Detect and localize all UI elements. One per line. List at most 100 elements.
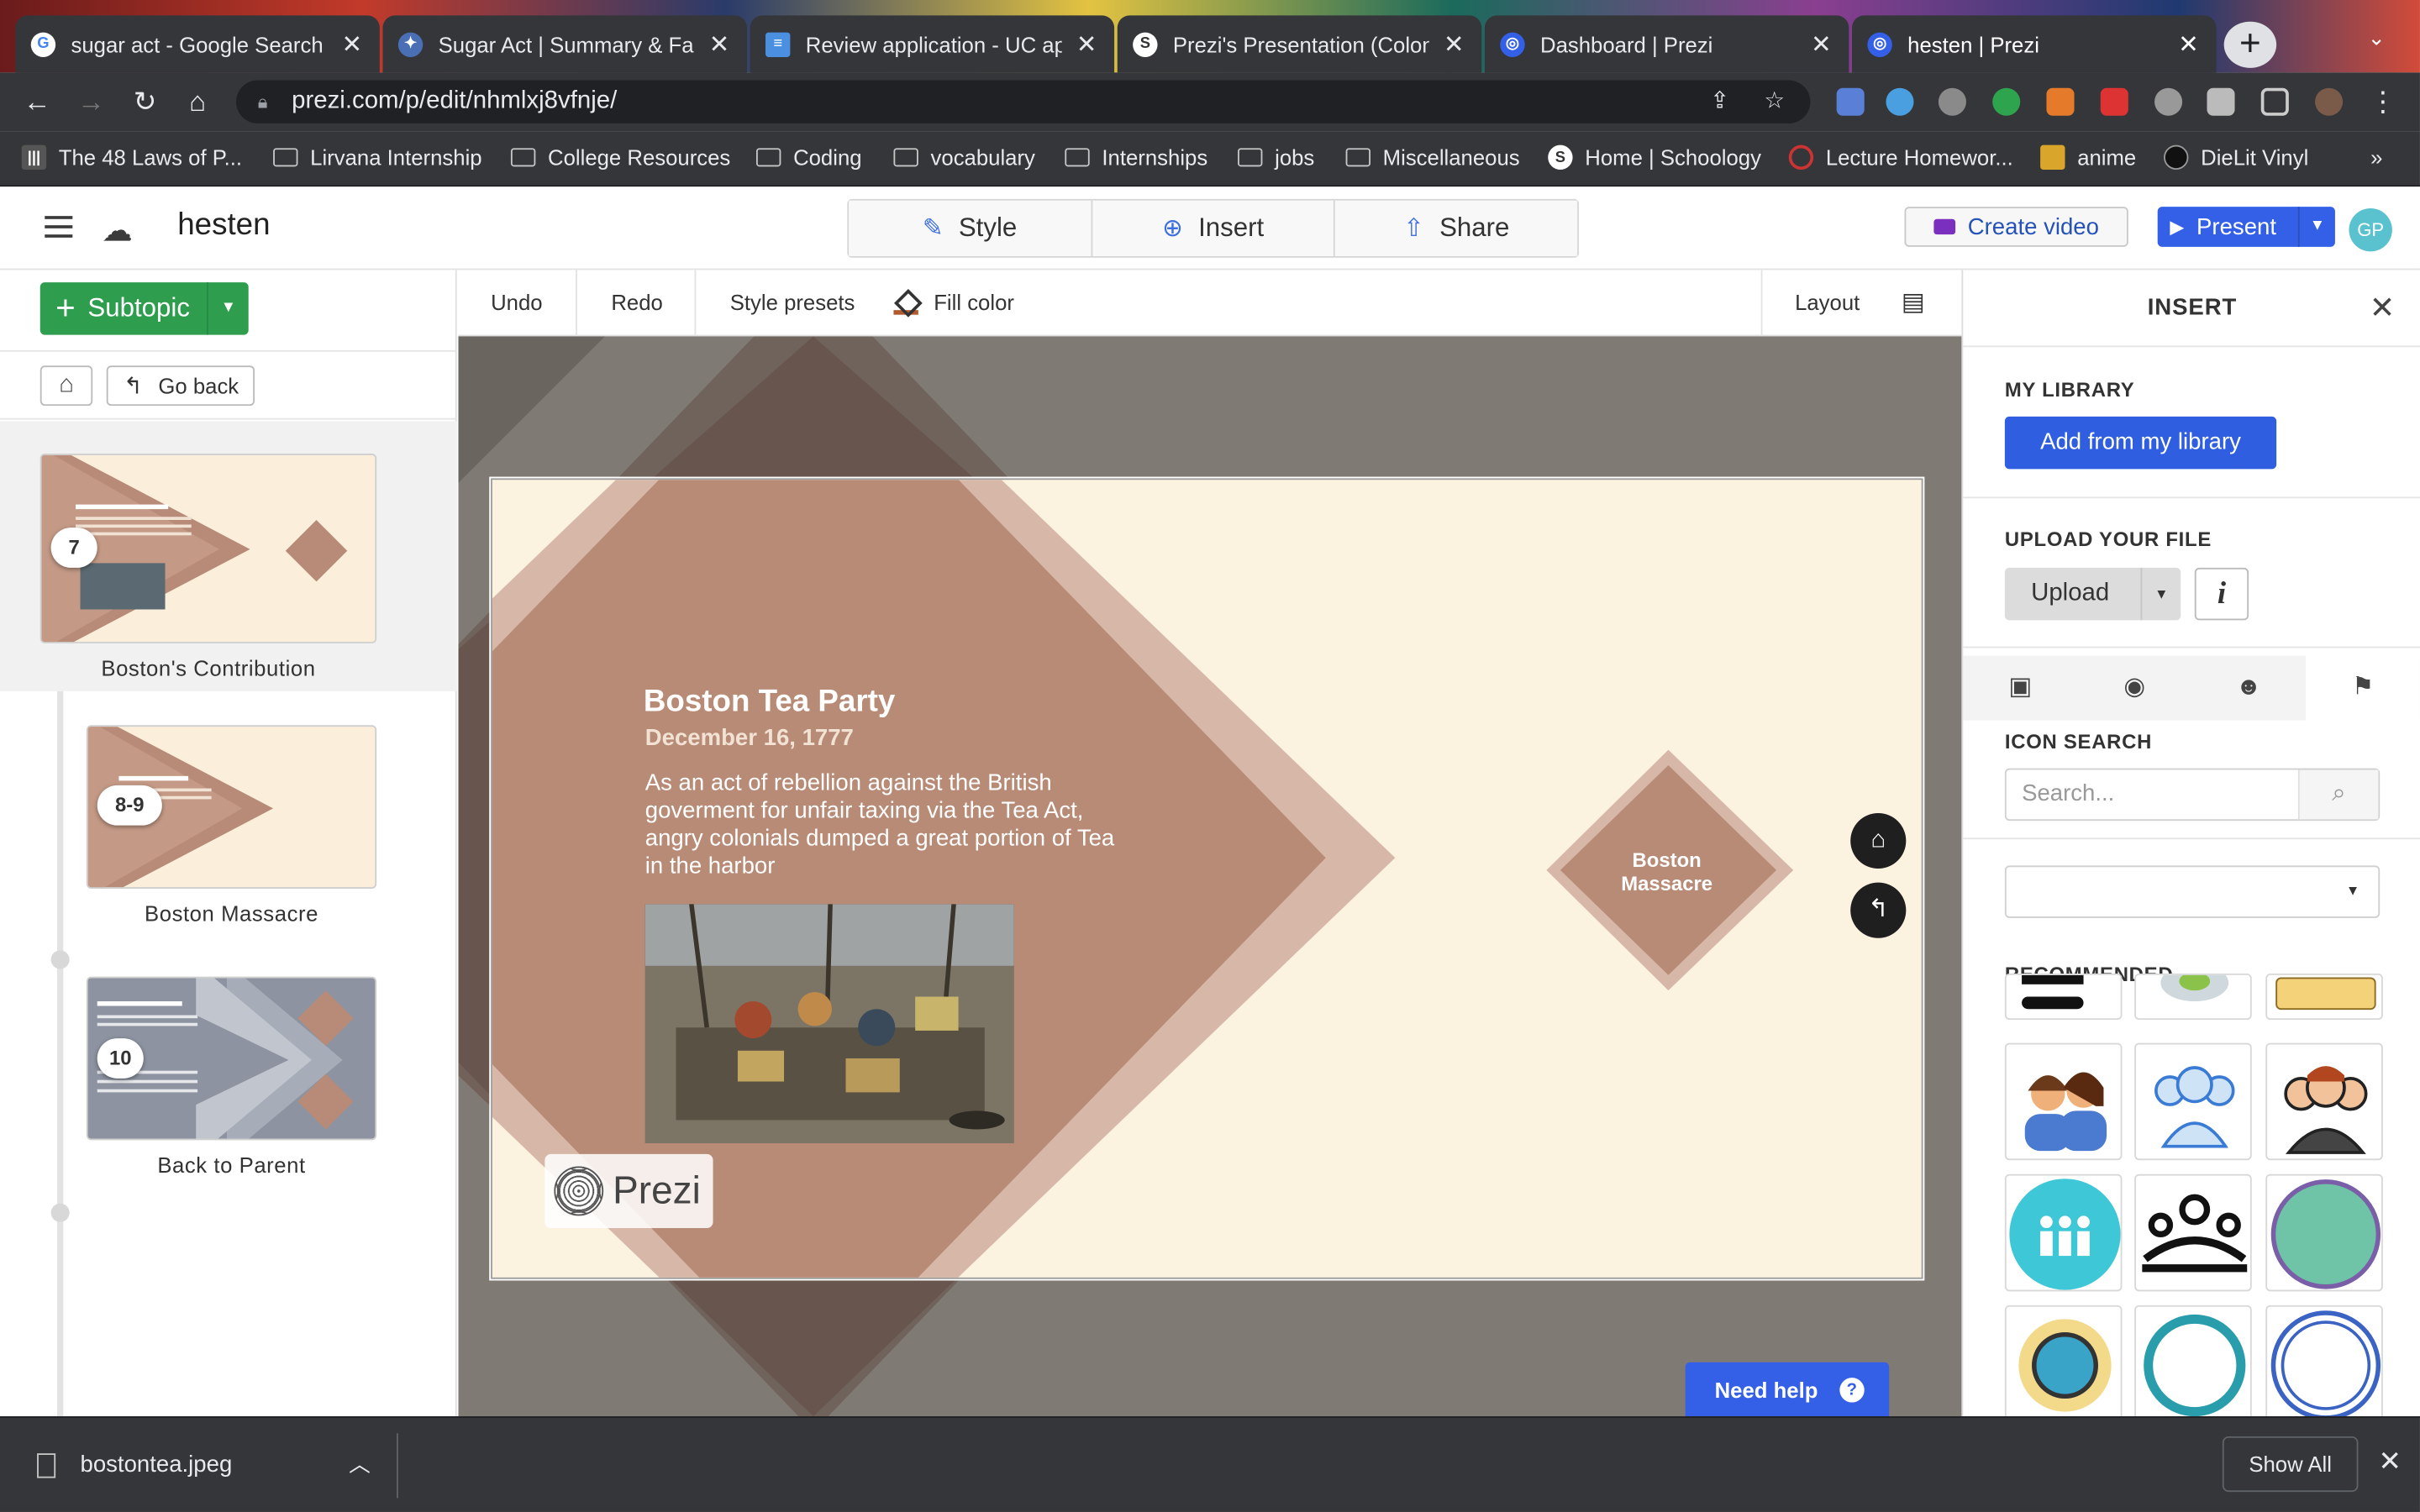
- star-icon[interactable]: ☆: [1764, 81, 1785, 123]
- fill-color-button[interactable]: Fill color: [893, 270, 1014, 336]
- close-icon[interactable]: ✕: [2176, 29, 2201, 60]
- upload-dropdown-icon[interactable]: ▼: [2140, 567, 2181, 621]
- tab-search-icon[interactable]: ⌄: [2367, 24, 2386, 50]
- add-subtopic-button[interactable]: + Subtopic ▼: [39, 282, 249, 335]
- share-menu-button[interactable]: ⇧ Share: [1335, 200, 1578, 256]
- bookmark-folder[interactable]: Internships: [1065, 145, 1207, 170]
- boston-tea-party-image[interactable]: [644, 904, 1014, 1143]
- canvas-back-button[interactable]: ↰: [1850, 882, 1907, 938]
- new-tab-button[interactable]: +: [2223, 21, 2277, 68]
- close-icon[interactable]: ✕: [1441, 29, 1465, 60]
- present-dropdown-icon[interactable]: ▼: [2297, 207, 2335, 247]
- present-button[interactable]: ▶ Present ▼: [2157, 207, 2335, 247]
- close-icon[interactable]: ✕: [1809, 29, 1833, 60]
- chevron-up-icon[interactable]: ︿: [349, 1449, 371, 1480]
- upload-button[interactable]: Upload ▼: [2004, 567, 2181, 621]
- redo-button[interactable]: Redo: [611, 270, 662, 336]
- slide-title[interactable]: Boston Tea Party: [644, 685, 895, 720]
- bookmark[interactable]: S Home | Schoology: [1548, 144, 1761, 171]
- close-icon[interactable]: ✕: [2370, 288, 2396, 327]
- show-all-button[interactable]: Show All: [2222, 1436, 2359, 1493]
- add-from-library-button[interactable]: Add from my library: [2004, 416, 2277, 470]
- bookmark-folder[interactable]: College Resources: [510, 145, 730, 170]
- close-icon[interactable]: ✕: [339, 29, 364, 60]
- recommended-icon[interactable]: [2134, 973, 2252, 1021]
- layout-button[interactable]: Layout: [1795, 270, 1860, 336]
- flag-tab-icon[interactable]: ⚑: [2306, 655, 2420, 721]
- bookmark[interactable]: ||| The 48 Laws of P...: [21, 144, 242, 171]
- recommended-icon[interactable]: [2134, 1042, 2252, 1161]
- close-icon[interactable]: ✕: [707, 29, 731, 60]
- go-back-button[interactable]: ↰ Go back: [106, 365, 255, 407]
- presentation-title[interactable]: hesten: [177, 208, 270, 244]
- download-item[interactable]: bostontea.jpeg: [37, 1452, 232, 1478]
- close-icon[interactable]: ✕: [1074, 29, 1098, 60]
- extension-icon[interactable]: [1886, 87, 1914, 116]
- extensions-puzzle-icon[interactable]: [2207, 87, 2235, 116]
- topic-label[interactable]: Boston's Contribution: [40, 656, 376, 680]
- bookmark-folder[interactable]: vocabulary: [893, 145, 1035, 170]
- browser-tab[interactable]: S Prezi's Presentation (Colon ✕: [1117, 15, 1482, 73]
- slide-date[interactable]: December 16, 1777: [645, 725, 854, 751]
- subtopic-dropdown-icon[interactable]: ▼: [207, 282, 249, 335]
- style-presets-button[interactable]: Style presets: [730, 270, 855, 336]
- forward-icon[interactable]: →: [74, 85, 108, 118]
- bookmark[interactable]: anime: [2040, 144, 2136, 171]
- notes-icon[interactable]: ▤: [1902, 270, 1925, 336]
- extension-icon[interactable]: [2100, 87, 2128, 116]
- undo-button[interactable]: Undo: [491, 270, 542, 336]
- extension-icon[interactable]: [2046, 87, 2075, 116]
- browser-menu-icon[interactable]: ⋮: [2366, 85, 2400, 118]
- browser-tab[interactable]: ≡ Review application - UC ap ✕: [750, 15, 1115, 73]
- bookmark-folder[interactable]: Miscellaneous: [1345, 145, 1520, 170]
- topic-thumbnail[interactable]: 8-9: [86, 725, 377, 889]
- home-button[interactable]: ⌂: [39, 365, 93, 407]
- recommended-icon[interactable]: [2004, 973, 2123, 1021]
- insert-menu-button[interactable]: ⊕ Insert: [1092, 200, 1336, 256]
- sticker-tab-icon[interactable]: ◉: [2077, 656, 2191, 721]
- create-video-button[interactable]: Create video: [1904, 207, 2128, 247]
- info-icon[interactable]: i: [2194, 567, 2249, 621]
- home-icon[interactable]: ⌂: [181, 85, 214, 118]
- browser-tab[interactable]: ✦ Sugar Act | Summary & Fac ✕: [382, 15, 747, 73]
- recommended-icon[interactable]: [2265, 1173, 2383, 1292]
- recommended-icon[interactable]: [2265, 1305, 2383, 1417]
- browser-tab[interactable]: G sugar act - Google Search ✕: [15, 15, 380, 73]
- bookmark[interactable]: Lecture Homewor...: [1788, 144, 2013, 171]
- boston-massacre-topic-label[interactable]: Boston Massacre: [1588, 848, 1745, 895]
- editor-canvas[interactable]: Boston Tea Party December 16, 1777 As an…: [458, 336, 1962, 1417]
- profile-avatar[interactable]: [2315, 87, 2344, 116]
- canvas-home-button[interactable]: ⌂: [1850, 812, 1907, 869]
- extension-icon[interactable]: [1836, 87, 1865, 116]
- topic-label[interactable]: Boston Massacre: [87, 901, 376, 926]
- extension-icon[interactable]: [1938, 87, 1966, 116]
- recommended-icon[interactable]: [2134, 1305, 2252, 1417]
- recommended-icon[interactable]: [2004, 1305, 2123, 1417]
- url-field[interactable]: 🔒︎ prezi.com/p/edit/nhmlxj8vfnje/ ⇪ ☆: [236, 80, 1811, 123]
- style-menu-button[interactable]: ✎ Style: [849, 200, 1092, 256]
- topic-label[interactable]: Back to Parent: [87, 1152, 376, 1177]
- need-help-button[interactable]: Need help?: [1685, 1362, 1890, 1417]
- image-tab-icon[interactable]: ▣: [1963, 656, 2077, 721]
- recommended-icon[interactable]: [2265, 1042, 2383, 1161]
- bookmark-folder[interactable]: Coding: [755, 145, 862, 170]
- recommended-icon[interactable]: [2265, 973, 2383, 1021]
- sidebar-icon[interactable]: [2260, 87, 2289, 116]
- topic-thumbnail[interactable]: 7: [39, 453, 377, 643]
- slide-body-text[interactable]: As an act of rebellion against the Briti…: [645, 770, 1123, 881]
- slide-frame[interactable]: Boston Tea Party December 16, 1777 As an…: [489, 476, 1925, 1281]
- close-icon[interactable]: ✕: [2378, 1446, 2402, 1478]
- emoji-tab-icon[interactable]: ☻: [2191, 656, 2306, 721]
- browser-tab[interactable]: ◎ Dashboard | Prezi ✕: [1484, 15, 1849, 73]
- browser-tab-active[interactable]: ◎ hesten | Prezi ✕: [1852, 15, 2217, 73]
- user-avatar[interactable]: GP: [2349, 207, 2392, 252]
- bookmark-folder[interactable]: Lirvana Internship: [273, 145, 482, 170]
- bookmark[interactable]: DieLit Vinyl: [2164, 144, 2308, 171]
- back-icon[interactable]: ←: [20, 85, 54, 118]
- icon-search-input[interactable]: Search... ⌕: [2004, 768, 2381, 822]
- share-icon[interactable]: ⇪: [1710, 81, 1729, 123]
- recommended-icon[interactable]: [2004, 1173, 2123, 1292]
- hamburger-menu-icon[interactable]: [45, 216, 73, 244]
- search-icon[interactable]: ⌕: [2297, 769, 2379, 820]
- more-bookmarks-icon[interactable]: »: [2370, 145, 2382, 170]
